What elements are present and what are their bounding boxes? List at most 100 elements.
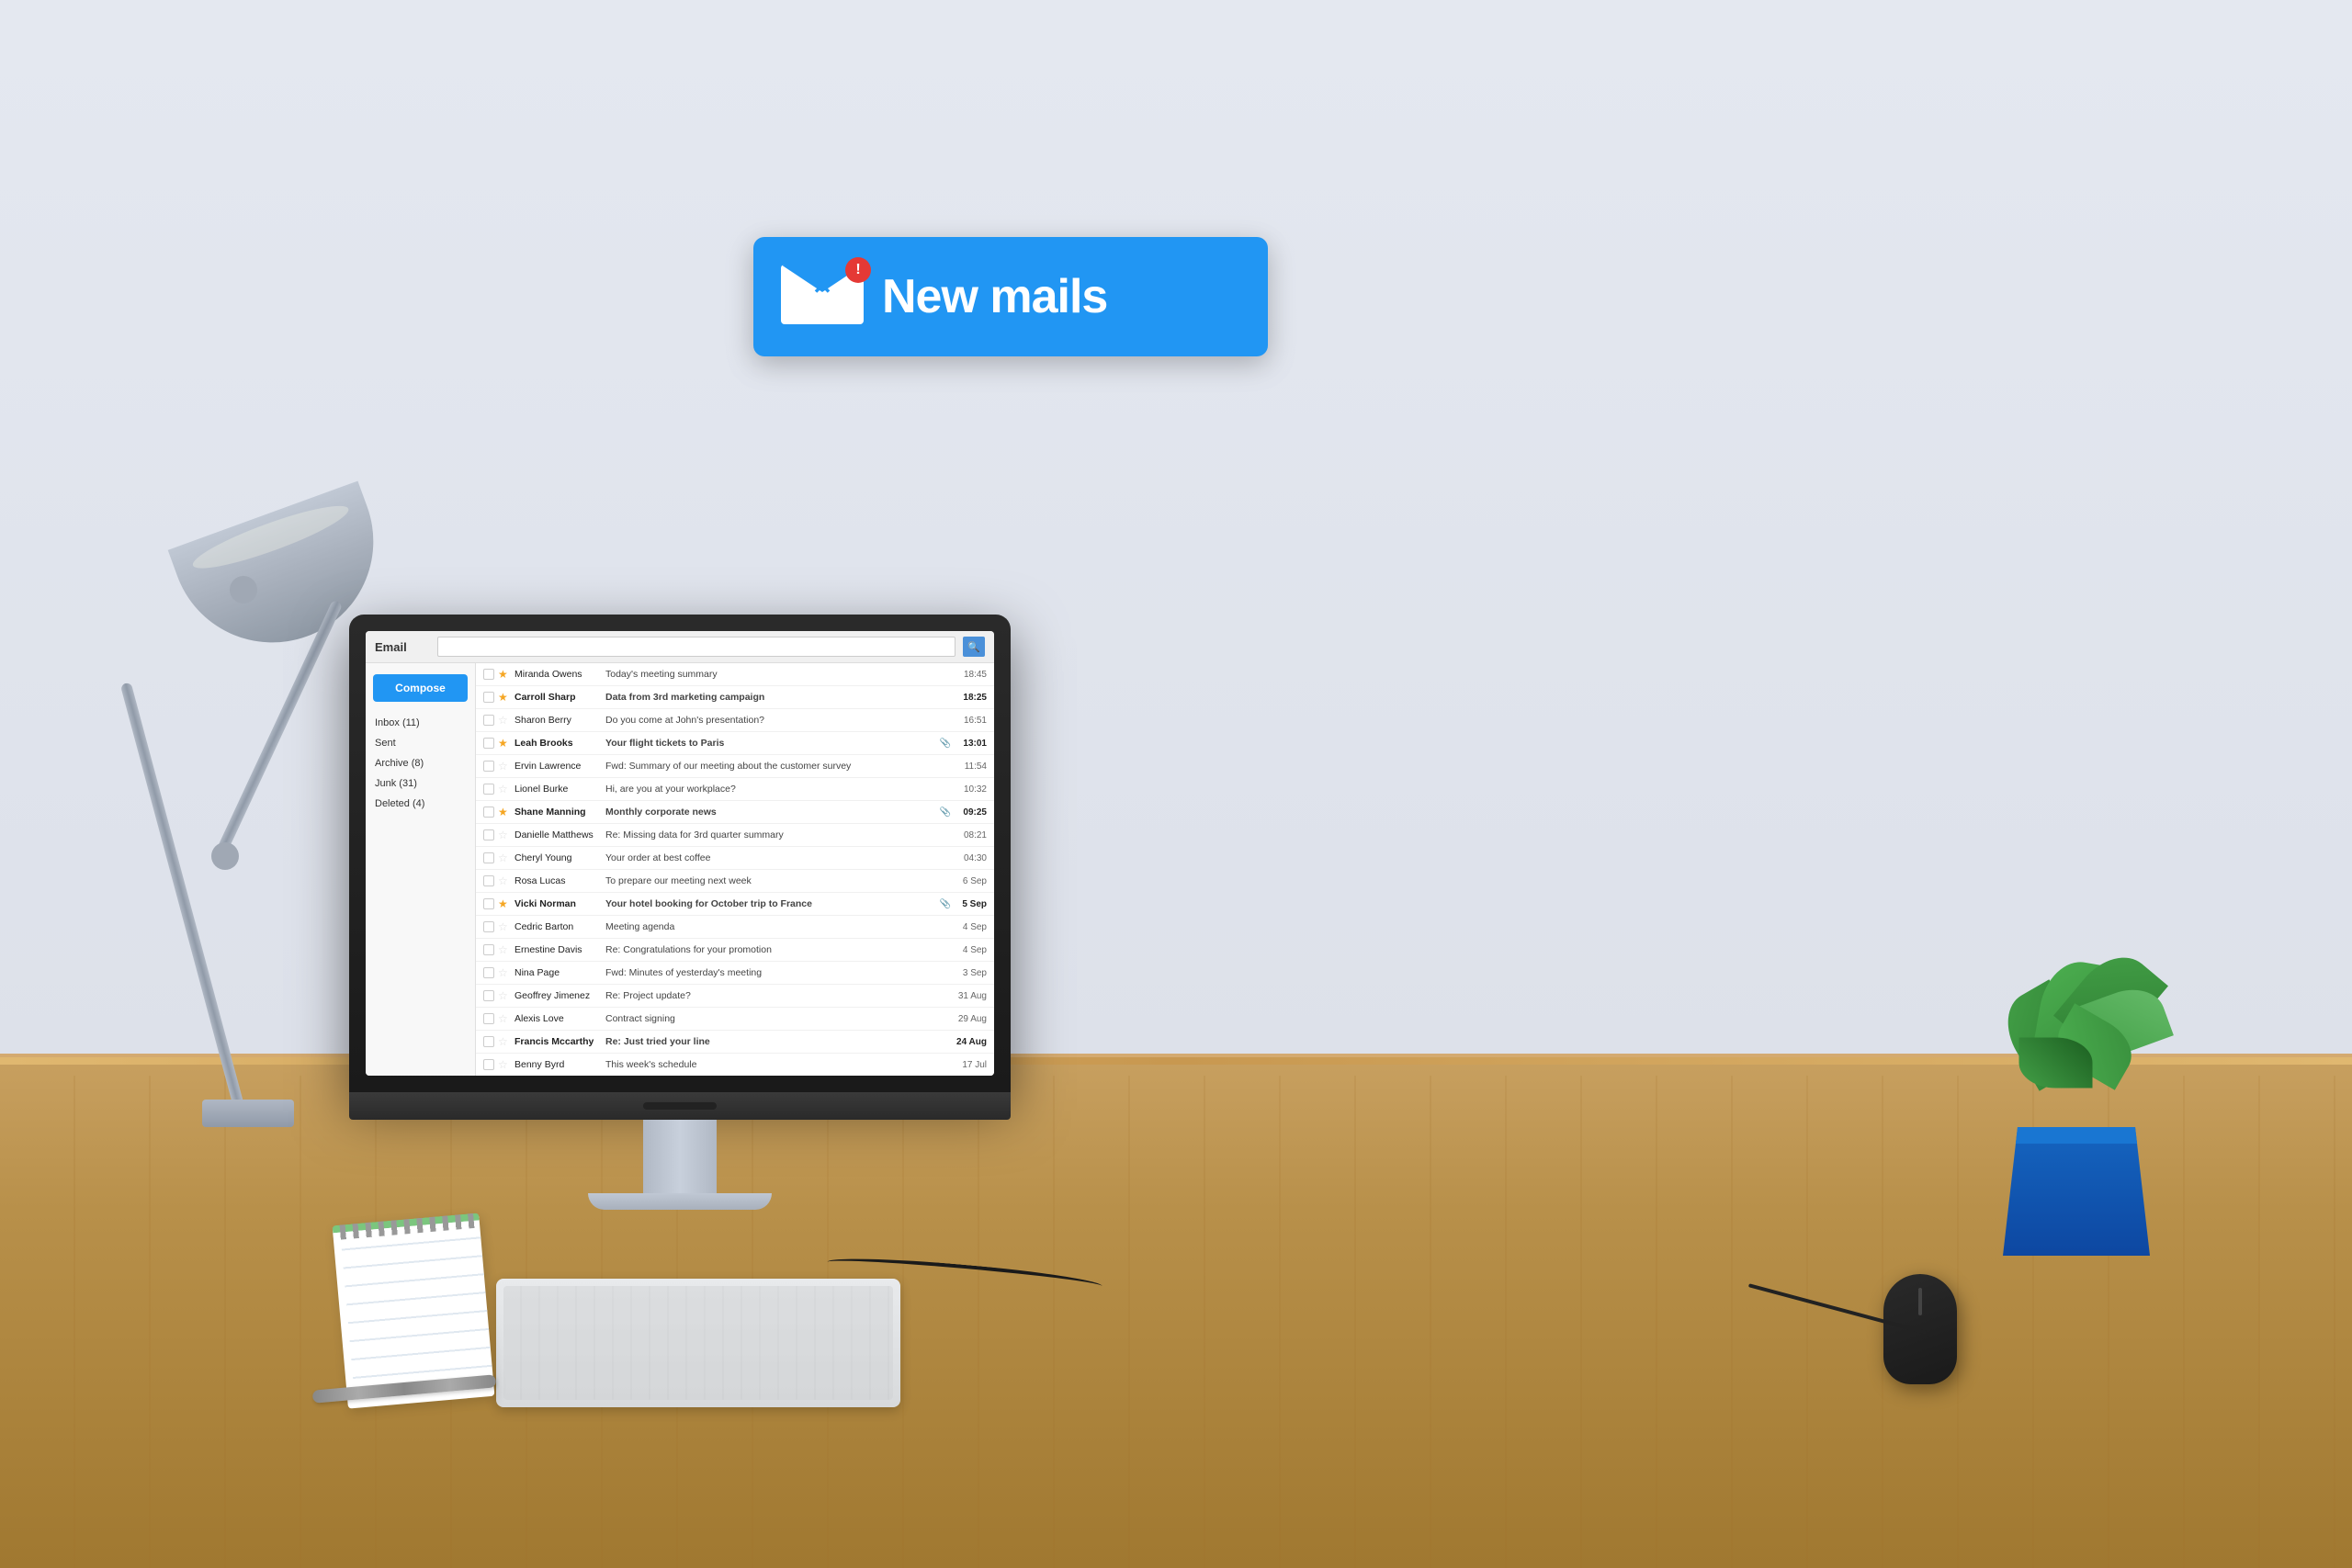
email-row[interactable]: ☆ Francis Mccarthy Re: Just tried your l… [476,1031,994,1054]
email-time: 18:25 [955,693,987,703]
row-checkbox[interactable] [483,669,494,680]
envelope-x-lines: ✕ [812,272,832,300]
email-row[interactable]: ☆ Danielle Matthews Re: Missing data for… [476,824,994,847]
plant [1984,1127,2168,1256]
sidebar-item-archive[interactable]: Archive (8) [366,753,475,773]
row-checkbox[interactable] [483,967,494,978]
email-row[interactable]: ☆ Nina Page Fwd: Minutes of yesterday's … [476,962,994,985]
row-checkbox[interactable] [483,784,494,795]
row-star[interactable]: ★ [498,897,511,910]
email-subject: Re: Just tried your line [605,1036,936,1047]
row-star[interactable]: ☆ [498,943,511,956]
row-checkbox[interactable] [483,692,494,703]
sidebar-item-junk[interactable]: Junk (31) [366,773,475,794]
row-checkbox[interactable] [483,944,494,955]
row-star[interactable]: ★ [498,737,511,750]
email-row[interactable]: ★ Vicki Norman Your hotel booking for Oc… [476,893,994,916]
row-star[interactable]: ☆ [498,966,511,979]
monitor-stand [588,1193,772,1210]
attachment-icon: 📎 [940,807,951,818]
email-row[interactable]: ★ Carroll Sharp Data from 3rd marketing … [476,686,994,709]
plant-pot [2003,1127,2150,1256]
email-header: Email 🔍 [366,631,994,663]
row-checkbox[interactable] [483,898,494,909]
email-subject: Contract signing [605,1013,936,1024]
email-subject: Your order at best coffee [605,852,936,863]
email-sender: Benny Byrd [514,1059,602,1070]
row-star[interactable]: ☆ [498,783,511,795]
email-sender: Leah Brooks [514,738,602,749]
row-star[interactable]: ☆ [498,829,511,841]
row-star[interactable]: ☆ [498,1012,511,1025]
lamp-joint-bottom [211,842,239,870]
email-row[interactable]: ★ Leah Brooks Your flight tickets to Par… [476,732,994,755]
email-row[interactable]: ★ Miranda Owens Today's meeting summary … [476,663,994,686]
email-list: ★ Miranda Owens Today's meeting summary … [476,663,994,1076]
email-row[interactable]: ☆ Cedric Barton Meeting agenda 📎 4 Sep [476,916,994,939]
row-star[interactable]: ☆ [498,1058,511,1071]
row-checkbox[interactable] [483,715,494,726]
row-star[interactable]: ★ [498,691,511,704]
email-row[interactable]: ☆ Geoffrey Jimenez Re: Project update? 📎… [476,985,994,1008]
row-star[interactable]: ☆ [498,874,511,887]
email-time: 18:45 [955,670,987,680]
email-subject: Fwd: Summary of our meeting about the cu… [605,761,936,772]
row-star[interactable]: ☆ [498,1035,511,1048]
email-time: 6 Sep [955,876,987,886]
email-row[interactable]: ☆ Rosa Lucas To prepare our meeting next… [476,870,994,893]
row-checkbox[interactable] [483,852,494,863]
email-sidebar: Compose Inbox (11) Sent Archive (8) Junk… [366,663,476,1076]
email-subject: Do you come at John's presentation? [605,715,936,726]
email-row[interactable]: ☆ Ernestine Davis Re: Congratulations fo… [476,939,994,962]
row-star[interactable]: ☆ [498,920,511,933]
email-sender: Cheryl Young [514,852,602,863]
row-star[interactable]: ☆ [498,852,511,864]
email-time: 4 Sep [955,945,987,955]
email-row[interactable]: ☆ Sharon Berry Do you come at John's pre… [476,709,994,732]
email-sender: Rosa Lucas [514,875,602,886]
notification-banner: ✕ ! New mails [753,237,1268,356]
email-sender: Shane Manning [514,807,602,818]
row-checkbox[interactable] [483,1013,494,1024]
email-sender: Carroll Sharp [514,692,602,703]
email-subject: Your flight tickets to Paris [605,738,936,749]
row-checkbox[interactable] [483,829,494,840]
email-row[interactable]: ☆ Benny Byrd This week's schedule 📎 17 J… [476,1054,994,1076]
row-checkbox[interactable] [483,738,494,749]
compose-button[interactable]: Compose [373,674,468,702]
sidebar-item-inbox[interactable]: Inbox (11) [366,713,475,733]
email-row[interactable]: ☆ Cheryl Young Your order at best coffee… [476,847,994,870]
row-checkbox[interactable] [483,1059,494,1070]
email-subject: Today's meeting summary [605,669,936,680]
row-checkbox[interactable] [483,921,494,932]
email-subject: Data from 3rd marketing campaign [605,692,936,703]
row-checkbox[interactable] [483,1036,494,1047]
row-checkbox[interactable] [483,875,494,886]
row-checkbox[interactable] [483,990,494,1001]
email-time: 17 Jul [955,1060,987,1070]
lamp-arm-lower [120,682,250,1128]
email-subject: Fwd: Minutes of yesterday's meeting [605,967,936,978]
row-star[interactable]: ★ [498,668,511,681]
row-star[interactable]: ☆ [498,989,511,1002]
search-input[interactable] [437,637,956,657]
envelope-icon: ✕ ! [781,265,864,329]
email-row[interactable]: ☆ Alexis Love Contract signing 📎 29 Aug [476,1008,994,1031]
row-star[interactable]: ☆ [498,760,511,773]
email-sender: Miranda Owens [514,669,602,680]
row-star[interactable]: ☆ [498,714,511,727]
search-button[interactable]: 🔍 [963,637,985,657]
email-row[interactable]: ☆ Lionel Burke Hi, are you at your workp… [476,778,994,801]
email-time: 24 Aug [955,1037,987,1047]
email-time: 3 Sep [955,968,987,978]
email-row[interactable]: ★ Shane Manning Monthly corporate news 📎… [476,801,994,824]
sidebar-item-sent[interactable]: Sent [366,733,475,753]
email-subject: Hi, are you at your workplace? [605,784,936,795]
email-row[interactable]: ☆ Ervin Lawrence Fwd: Summary of our mee… [476,755,994,778]
row-star[interactable]: ★ [498,806,511,818]
app-title: Email [375,640,430,654]
sidebar-item-deleted[interactable]: Deleted (4) [366,794,475,814]
email-subject: To prepare our meeting next week [605,875,936,886]
row-checkbox[interactable] [483,807,494,818]
row-checkbox[interactable] [483,761,494,772]
